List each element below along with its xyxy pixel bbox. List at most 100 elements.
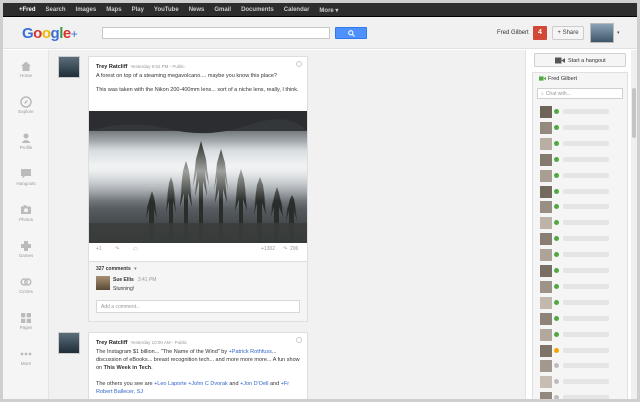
google-plus-logo[interactable]: Google+ (22, 25, 78, 42)
chat-contact[interactable] (537, 199, 625, 215)
pages-icon (20, 312, 32, 324)
post-author[interactable]: Trey Ratcliff Yesterday 10:00 AM - Public (96, 340, 187, 346)
chat-contact[interactable] (537, 263, 625, 279)
mention-link[interactable]: +Jon D'Oell (240, 381, 268, 387)
chat-contact[interactable] (537, 120, 625, 136)
share-button[interactable]: + Share (552, 26, 584, 40)
post-photo[interactable] (89, 111, 307, 243)
online-dot (554, 156, 559, 162)
rail-item-games[interactable]: Games (3, 238, 49, 270)
chat-contact[interactable] (537, 168, 625, 184)
chevron-down-icon[interactable]: ▾ (617, 30, 620, 36)
avatar (540, 280, 552, 293)
chat-contact[interactable] (537, 295, 625, 311)
browser-frame: +Fred Search Images Maps Play YouTube News Gmai… (0, 0, 640, 402)
google-bar-item[interactable]: Gmail (214, 7, 231, 13)
google-bar-item[interactable]: YouTube (154, 7, 179, 13)
chevron-down-icon[interactable]: ▾ (134, 266, 137, 272)
mention-link[interactable]: +Leo Laporte (154, 381, 187, 387)
chat-contact[interactable] (537, 231, 625, 247)
chat-contact[interactable] (537, 184, 625, 200)
contact-name-redacted (563, 395, 609, 399)
google-bar-item[interactable]: Search (46, 7, 66, 13)
contact-name-redacted (563, 156, 609, 162)
chat-contact[interactable] (537, 343, 625, 359)
hangout-camera-icon[interactable]: ▭ (133, 246, 138, 252)
google-bar-item[interactable]: More ▾ (319, 7, 338, 14)
contact-name-redacted (563, 252, 609, 258)
chat-contact[interactable] (537, 311, 625, 327)
chat-contact[interactable] (537, 247, 625, 263)
post-timestamp[interactable]: Yesterday 9:52 PM - Public (130, 64, 184, 69)
chat-contact[interactable] (537, 358, 625, 374)
rail-item-hangouts[interactable]: Hangouts (3, 166, 49, 198)
video-dot (554, 252, 559, 258)
rail-item-more[interactable]: More (3, 346, 49, 378)
comments-count[interactable]: 327 comments ▾ (96, 266, 137, 272)
google-bar-item[interactable]: Maps (106, 7, 121, 13)
chat-user[interactable]: Fred Gilbert (539, 76, 577, 82)
chat-contact[interactable] (537, 279, 625, 295)
share-count[interactable]: 206 (290, 246, 298, 252)
post-author-avatar[interactable] (58, 332, 80, 354)
avatar (540, 344, 552, 357)
post-menu-icon[interactable] (296, 61, 302, 67)
avatar (540, 217, 552, 230)
chat-contact[interactable] (537, 390, 625, 399)
comment-input[interactable]: Add a comment... (96, 300, 300, 313)
chat-contact[interactable] (537, 374, 625, 390)
post-author[interactable]: Trey Ratcliff Yesterday 9:52 PM - Public (96, 64, 185, 70)
online-dot (554, 331, 559, 337)
google-bar-item[interactable]: News (189, 7, 205, 13)
chat-contact[interactable] (537, 152, 625, 168)
rail-item-pages[interactable]: Pages (3, 310, 49, 342)
chat-contact[interactable] (537, 104, 625, 120)
rail-item-profile[interactable]: Profile (3, 130, 49, 162)
contact-name-redacted (563, 172, 609, 178)
rail-item-photos[interactable]: Photos (3, 202, 49, 234)
online-dot (554, 268, 559, 273)
google-bar-item[interactable]: Calendar (284, 7, 310, 13)
avatar[interactable] (96, 276, 110, 290)
chat-contact[interactable] (537, 327, 625, 343)
google-bar-item[interactable]: +Fred (19, 7, 36, 13)
online-dot (554, 140, 559, 146)
start-hangout-button[interactable]: Start a hangout (534, 53, 626, 67)
google-bar-item[interactable]: Play (132, 7, 144, 13)
chat-search-input[interactable]: ⌕ Chat with... (537, 88, 623, 99)
hangouts-icon (20, 168, 32, 180)
chat-contact[interactable] (537, 136, 625, 152)
rail-item-explore[interactable]: Explore (3, 94, 49, 126)
search-button[interactable] (335, 27, 367, 39)
avatar (540, 169, 552, 182)
contact-name-redacted (563, 363, 609, 369)
contact-name-redacted (563, 283, 609, 289)
post-menu-icon[interactable] (296, 337, 302, 343)
google-bar-item[interactable]: Documents (241, 7, 274, 13)
share-arrow-icon[interactable]: ↷ (115, 246, 119, 252)
post-author-avatar[interactable] (58, 56, 80, 78)
plus-one-button[interactable]: +1 (96, 246, 102, 252)
post-card: Trey Ratcliff Yesterday 10:00 AM - Public… (88, 332, 308, 399)
post-timestamp[interactable]: Yesterday 10:00 AM - Public (130, 340, 186, 345)
plus-one-count[interactable]: +1302 (261, 246, 275, 252)
avatar[interactable] (590, 23, 614, 43)
rail-item-home[interactable]: Home (3, 58, 49, 90)
chat-contact[interactable] (537, 215, 625, 231)
contact-name-redacted (563, 331, 609, 337)
scrollbar-thumb[interactable] (632, 88, 636, 138)
google-bar-item[interactable]: Images (76, 7, 97, 13)
notification-badge[interactable]: 4 (533, 26, 547, 40)
home-icon (20, 60, 32, 72)
mention-link[interactable]: +John C Dvorak (188, 381, 228, 387)
mention-link[interactable]: +Patrick Rothfuss (229, 349, 272, 355)
search-icon (348, 30, 355, 37)
search-input[interactable] (102, 27, 330, 39)
user-name[interactable]: Fred Gilbert (497, 30, 529, 36)
avatar (540, 106, 552, 118)
comment-author[interactable]: Sue Ellis 3:41 PM (113, 277, 156, 283)
rail-item-circles[interactable]: Circles (3, 274, 49, 306)
header: Google+ Fred Gilbert 4 + Share ▾ (3, 17, 637, 49)
search-icon: ⌕ (541, 91, 544, 97)
contact-name-redacted (563, 220, 609, 226)
